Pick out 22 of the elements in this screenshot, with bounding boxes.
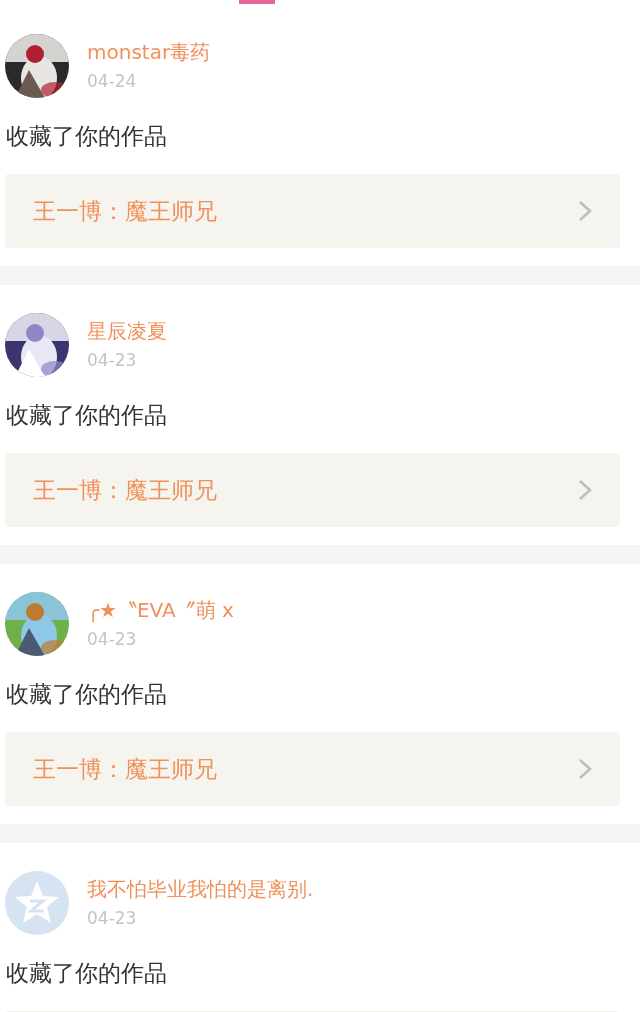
date: 04-23 xyxy=(87,628,138,650)
work-title: 王一博：魔王师兄 xyxy=(33,196,218,226)
username-link[interactable]: monstar毒药 xyxy=(87,40,211,64)
username-link[interactable]: 我不怕毕业我怕的是离别. xyxy=(87,877,314,901)
action-text: 收藏了你的作品 xyxy=(5,401,168,430)
default-avatar-icon xyxy=(5,871,69,935)
work-card[interactable]: 王一博：魔王师兄 xyxy=(5,453,620,527)
username-link[interactable]: ╭★〝EVA〞萌 x xyxy=(87,598,234,622)
date: 04-23 xyxy=(87,907,138,929)
date: 04-24 xyxy=(87,70,138,92)
chevron-right-icon xyxy=(578,479,592,501)
work-card[interactable]: 王一博：魔王师兄 xyxy=(5,174,620,248)
date: 04-23 xyxy=(87,349,138,371)
action-text: 收藏了你的作品 xyxy=(5,959,168,988)
work-title: 王一博：魔王师兄 xyxy=(33,754,218,784)
username-link[interactable]: 星辰凌夏 xyxy=(87,319,167,343)
action-text: 收藏了你的作品 xyxy=(5,122,168,151)
chevron-right-icon xyxy=(578,200,592,222)
chevron-right-icon xyxy=(578,758,592,780)
work-title: 王一博：魔王师兄 xyxy=(33,475,218,505)
work-card[interactable]: 王一博：魔王师兄 xyxy=(5,732,620,806)
action-text: 收藏了你的作品 xyxy=(5,680,168,709)
